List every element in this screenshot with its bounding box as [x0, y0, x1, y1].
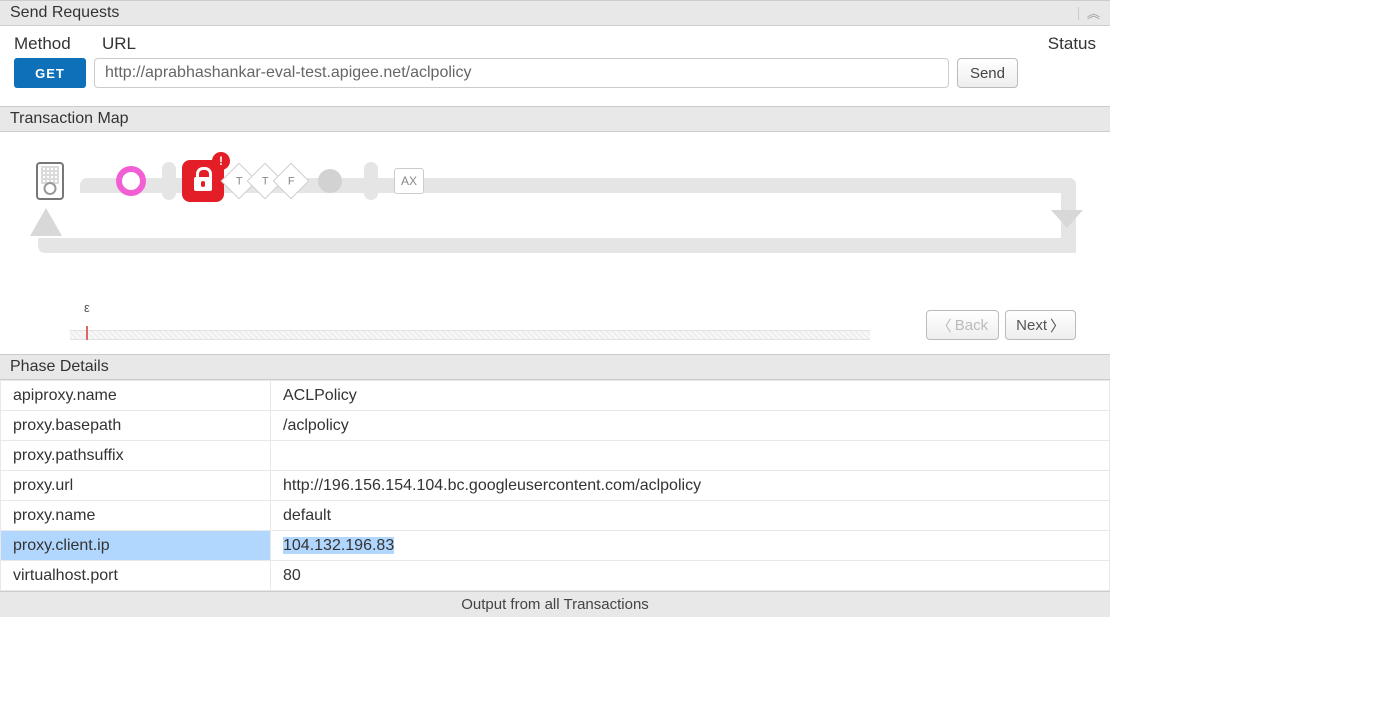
flow-step-node[interactable] — [318, 169, 342, 193]
transaction-map-title: Transaction Map — [10, 110, 129, 128]
transaction-map-body: ! T T F AX ε 〈 Back — [0, 132, 1110, 354]
phase-value: /aclpolicy — [271, 411, 1110, 441]
flow-divider-icon — [162, 162, 176, 200]
status-label: Status — [1036, 34, 1096, 54]
url-input[interactable] — [94, 58, 949, 88]
chevron-left-icon: 〈 — [937, 315, 952, 336]
error-badge-icon: ! — [212, 152, 230, 170]
collapse-icon[interactable]: ︽ — [1078, 7, 1100, 20]
phase-key: apiproxy.name — [1, 381, 271, 411]
phase-key: proxy.client.ip — [1, 531, 271, 561]
phase-details-header: Phase Details — [0, 354, 1110, 380]
phase-key: proxy.url — [1, 471, 271, 501]
table-row[interactable]: proxy.namedefault — [1, 501, 1110, 531]
output-footer[interactable]: Output from all Transactions — [0, 591, 1110, 617]
condition-node[interactable]: F — [273, 163, 310, 200]
timeline[interactable]: ε — [70, 314, 870, 340]
phase-key: proxy.pathsuffix — [1, 441, 271, 471]
table-row[interactable]: proxy.client.ip104.132.196.83 — [1, 531, 1110, 561]
phase-key: virtualhost.port — [1, 561, 271, 591]
table-row[interactable]: proxy.basepath/aclpolicy — [1, 411, 1110, 441]
next-button[interactable]: Next 〉 — [1005, 310, 1076, 340]
lock-icon — [194, 177, 212, 191]
method-button[interactable]: GET — [14, 58, 86, 88]
timeline-marker — [86, 326, 88, 340]
transaction-map-header: Transaction Map — [0, 106, 1110, 132]
phase-value: 104.132.196.83 — [271, 531, 1110, 561]
analytics-node[interactable]: AX — [394, 168, 424, 194]
flow-arrow-down-icon — [1051, 210, 1083, 228]
phase-details-table: apiproxy.nameACLPolicyproxy.basepath/acl… — [0, 380, 1110, 591]
url-label: URL — [102, 34, 956, 54]
table-row[interactable]: apiproxy.nameACLPolicy — [1, 381, 1110, 411]
phase-key: proxy.name — [1, 501, 271, 531]
table-row[interactable]: proxy.urlhttp://196.156.154.104.bc.googl… — [1, 471, 1110, 501]
phase-details-title: Phase Details — [10, 358, 109, 376]
send-requests-title: Send Requests — [10, 4, 119, 22]
phase-value: default — [271, 501, 1110, 531]
send-requests-body: Method URL Status GET Send — [0, 26, 1110, 106]
send-button[interactable]: Send — [957, 58, 1018, 88]
phase-value: ACLPolicy — [271, 381, 1110, 411]
chevron-right-icon: 〉 — [1050, 315, 1065, 336]
request-start-node[interactable] — [116, 166, 146, 196]
send-requests-header: Send Requests ︽ — [0, 0, 1110, 26]
phase-value: 80 — [271, 561, 1110, 591]
back-button[interactable]: 〈 Back — [926, 310, 999, 340]
flow-arrow-up-icon — [30, 208, 62, 236]
phase-value: http://196.156.154.104.bc.googleusercont… — [271, 471, 1110, 501]
timeline-epsilon-label: ε — [84, 300, 90, 315]
client-device-icon[interactable] — [36, 162, 64, 200]
phase-value — [271, 441, 1110, 471]
phase-key: proxy.basepath — [1, 411, 271, 441]
flow-divider-icon — [364, 162, 378, 200]
method-label: Method — [14, 34, 92, 54]
table-row[interactable]: proxy.pathsuffix — [1, 441, 1110, 471]
table-row[interactable]: virtualhost.port80 — [1, 561, 1110, 591]
